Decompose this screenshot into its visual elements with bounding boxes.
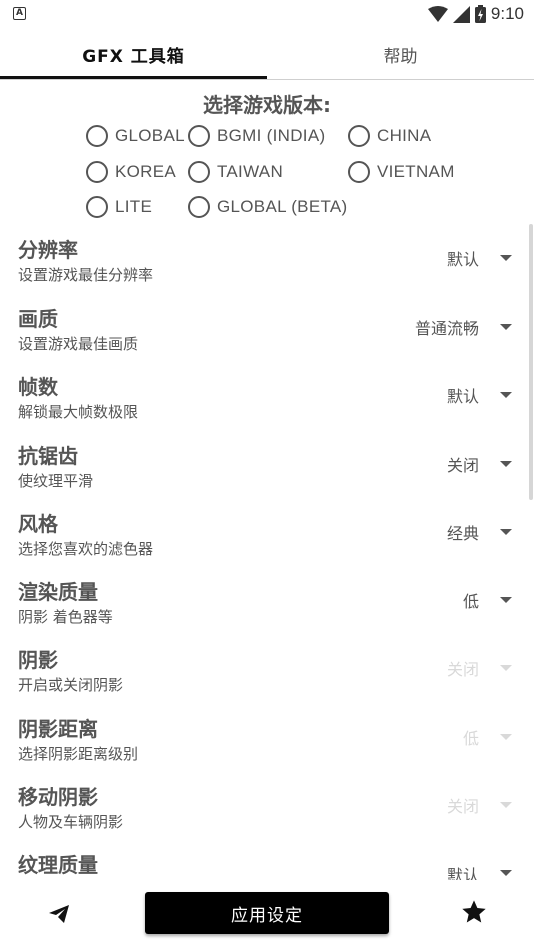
setting-subtitle: 选择阴影距离级别	[18, 745, 139, 763]
setting-title: 风格	[18, 512, 58, 536]
apply-settings-button[interactable]: 应用设定	[145, 892, 389, 934]
setting-value: 关闭	[446, 797, 479, 816]
setting-subtitle: 设置游戏最佳画质	[18, 335, 139, 353]
tab-help[interactable]: 帮助	[267, 28, 534, 80]
setting-subtitle: 使纹理平滑	[18, 472, 94, 490]
dropdown-arrow-icon[interactable]	[500, 324, 512, 330]
setting-title: 渲染质量	[18, 580, 98, 604]
tab-gfx-toolbox[interactable]: GFX 工具箱	[0, 28, 267, 80]
setting-title: 画质	[18, 307, 58, 331]
setting-subtitle: 开启或关闭阴影	[18, 676, 124, 694]
setting-title: 纹理质量	[18, 853, 98, 877]
dropdown-arrow-icon[interactable]	[500, 870, 512, 876]
status-icons: 9:10	[427, 3, 524, 25]
dropdown-arrow-icon[interactable]	[500, 255, 512, 261]
signal-icon	[452, 5, 470, 23]
setting-render-quality[interactable]: 渲染质量 阴影 着色器等 低	[0, 576, 534, 644]
setting-shadows: 阴影 开启或关闭阴影 关闭	[0, 644, 534, 712]
radio-bgmi-india[interactable]: BGMI (INDIA)	[188, 124, 325, 148]
radio-label: CHINA	[377, 126, 432, 145]
setting-subtitle: 设置游戏最佳分辨率	[18, 266, 154, 284]
setting-value: 低	[462, 729, 479, 748]
setting-value[interactable]: 低	[463, 588, 479, 612]
tab-bar: GFX 工具箱 帮助	[0, 28, 534, 80]
setting-value[interactable]: 默认	[447, 383, 479, 407]
radio-taiwan[interactable]: TAIWAN	[188, 160, 283, 184]
status-bar: A 9:10	[0, 0, 534, 28]
radio-circle[interactable]	[348, 125, 370, 147]
setting-resolution[interactable]: 分辨率 设置游戏最佳分辨率 默认	[0, 234, 534, 302]
radio-label: VIETNAM	[377, 162, 455, 181]
radio-global[interactable]: GLOBAL	[86, 124, 185, 148]
radio-circle[interactable]	[86, 196, 108, 218]
setting-value[interactable]: 默认	[447, 246, 479, 270]
wifi-icon	[427, 6, 448, 22]
radio-label: GLOBAL (BETA)	[217, 197, 348, 216]
setting-title: 分辨率	[18, 238, 78, 262]
dropdown-arrow-icon[interactable]	[500, 392, 512, 398]
radio-global-beta[interactable]: GLOBAL (BETA)	[188, 195, 348, 219]
setting-antialiasing[interactable]: 抗锯齿 使纹理平滑 关闭	[0, 440, 534, 508]
setting-moving-shadows: 移动阴影 人物及车辆阴影 关闭	[0, 781, 534, 849]
radio-circle[interactable]	[86, 161, 108, 183]
radio-label: BGMI (INDIA)	[217, 126, 326, 145]
scrollbar[interactable]	[529, 224, 533, 500]
setting-value: 关闭	[446, 660, 479, 679]
setting-title: 帧数	[18, 375, 58, 399]
radio-circle[interactable]	[188, 161, 210, 183]
setting-title: 抗锯齿	[18, 444, 78, 468]
dropdown-arrow-icon[interactable]	[500, 461, 512, 467]
setting-title: 阴影	[18, 648, 58, 672]
setting-title: 阴影距离	[18, 717, 98, 741]
radio-label: TAIWAN	[217, 162, 284, 181]
radio-circle[interactable]	[86, 125, 108, 147]
radio-vietnam[interactable]: VIETNAM	[348, 160, 455, 184]
notification-icon: A	[13, 7, 26, 20]
star-icon[interactable]	[460, 898, 488, 926]
setting-style[interactable]: 风格 选择您喜欢的滤色器 经典	[0, 508, 534, 576]
radio-lite[interactable]: LITE	[86, 195, 152, 219]
dropdown-arrow-icon	[500, 734, 512, 740]
radio-korea[interactable]: KOREA	[86, 160, 176, 184]
radio-china[interactable]: CHINA	[348, 124, 431, 148]
dropdown-arrow-icon[interactable]	[500, 529, 512, 535]
setting-title: 移动阴影	[18, 785, 98, 809]
dropdown-arrow-icon	[500, 802, 512, 808]
setting-subtitle: 阴影 着色器等	[18, 608, 113, 626]
radio-circle[interactable]	[188, 196, 210, 218]
radio-label: KOREA	[115, 162, 177, 181]
radio-label: GLOBAL	[115, 126, 185, 145]
radio-circle[interactable]	[188, 125, 210, 147]
setting-graphics[interactable]: 画质 设置游戏最佳画质 普通流畅	[0, 303, 534, 371]
setting-fps[interactable]: 帧数 解锁最大帧数极限 默认	[0, 371, 534, 439]
setting-value[interactable]: 关闭	[447, 452, 479, 476]
setting-value[interactable]: 默认	[447, 862, 479, 880]
radio-circle[interactable]	[348, 161, 370, 183]
dropdown-arrow-icon[interactable]	[500, 597, 512, 603]
radio-label: LITE	[115, 197, 153, 216]
setting-value[interactable]: 经典	[447, 520, 479, 544]
clock: 9:10	[490, 4, 524, 23]
setting-shadow-distance: 阴影距离 选择阴影距离级别 低	[0, 713, 534, 781]
setting-subtitle: 解锁最大帧数极限	[18, 403, 139, 421]
dropdown-arrow-icon	[500, 665, 512, 671]
setting-value[interactable]: 普通流畅	[415, 315, 479, 339]
setting-texture-quality[interactable]: 纹理质量 默认	[0, 849, 534, 880]
setting-subtitle: 人物及车辆阴影	[18, 813, 124, 831]
setting-subtitle: 选择您喜欢的滤色器	[18, 540, 154, 558]
battery-icon	[474, 5, 486, 23]
telegram-send-icon[interactable]	[47, 902, 71, 926]
bottom-bar: 应用设定	[0, 880, 534, 950]
tab-indicator	[0, 76, 267, 79]
version-title: 选择游戏版本:	[203, 93, 331, 117]
